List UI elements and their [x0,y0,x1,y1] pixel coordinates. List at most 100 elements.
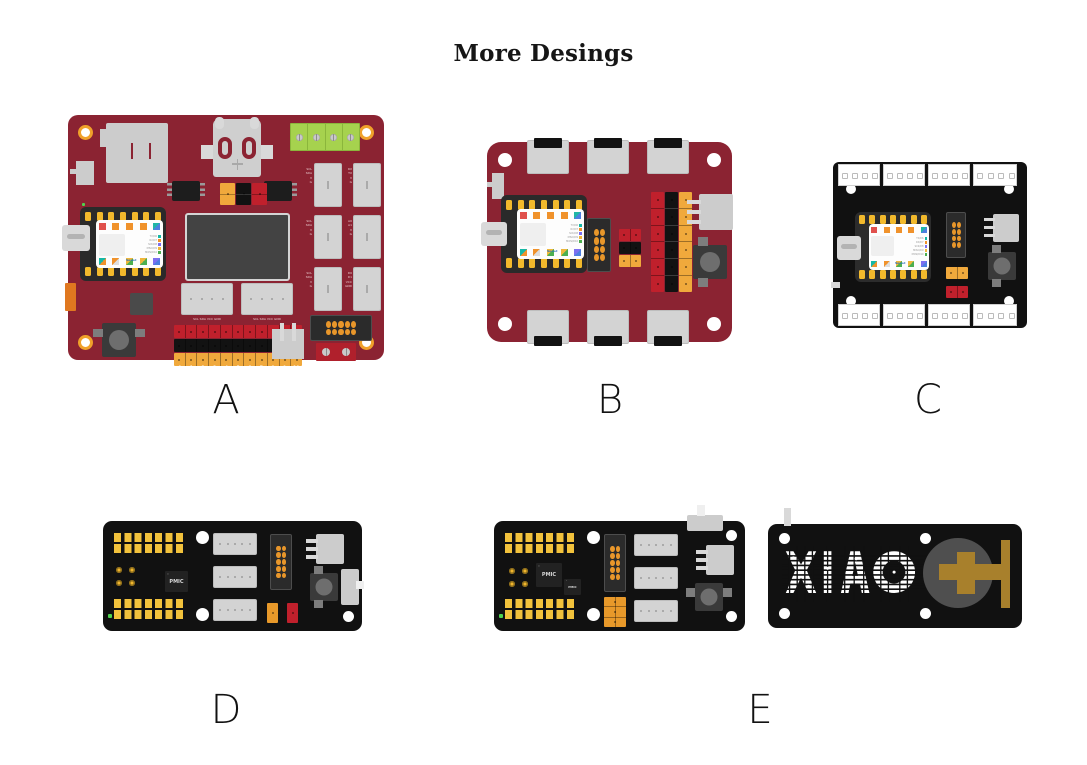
board-label-c: C [914,377,942,423]
board-d[interactable]: • PMIC [103,521,364,631]
grove-silkscreen: RX TX V G [347,167,352,185]
screw-terminal-green[interactable] [290,123,360,151]
grove-connector[interactable] [241,283,293,315]
jumper-black[interactable] [619,242,641,254]
jumper-red[interactable] [619,229,641,241]
board-b[interactable]: TX/D6 RX/D7 SCK/D8 MISO/D9 MOSI/D10 Seee… [481,138,733,346]
screw-terminal-white[interactable] [973,164,1017,186]
jumper-red[interactable] [252,183,267,205]
grove-connector[interactable] [353,267,381,311]
grove-connector[interactable] [181,283,233,315]
board-c[interactable]: TX/D6 RX/D7 SCK/D8 MISO/D9 MOSI/D10 Seee… [831,162,1027,328]
idc-header[interactable] [587,218,611,272]
solder-pads [509,568,528,587]
usb-c-port[interactable] [837,236,861,260]
antenna-graphic [923,538,1019,614]
rf-shield [871,236,894,256]
rj45-pin [306,547,318,551]
rj45-pin [984,218,995,221]
usb-c-port[interactable] [481,222,507,246]
brand-text: Seeed [895,261,906,265]
rj45-connector[interactable] [706,545,734,575]
jumper-red[interactable] [946,286,968,298]
header-col-orange[interactable] [679,192,692,292]
jumper-orange[interactable] [946,267,968,279]
jumper-red[interactable] [287,603,298,623]
xiao-core: TX/D6 RX/D7 SCK/D8 MISO/D9 MOSI/D10 Seee… [869,224,929,270]
grove-connector[interactable] [353,215,381,259]
header-col-black[interactable] [665,192,678,292]
power-jack[interactable] [272,329,304,359]
reset-button[interactable] [693,245,727,279]
pin-header-top-pads[interactable] [505,533,577,553]
grove-connector[interactable] [213,533,257,555]
idc-header[interactable] [310,315,372,341]
rj45-connector[interactable] [993,214,1019,242]
board-e[interactable]: • PMIC • PMIC [494,505,745,631]
rj45-pin [696,566,708,570]
ic-legs [292,183,297,199]
grove-connector[interactable] [634,567,678,589]
grove-connector[interactable] [634,534,678,556]
core-top-pads [98,223,161,230]
screw-terminal-white[interactable] [928,304,970,326]
screw-terminal-white[interactable] [838,304,880,326]
screw-terminal-white[interactable] [838,164,880,186]
reset-button[interactable] [988,252,1016,280]
header-orange-block[interactable] [604,597,626,627]
grove-connector[interactable] [213,566,257,588]
jumper-black[interactable] [236,183,251,205]
mount-hole [726,530,737,541]
screw-terminal-red[interactable] [316,343,356,361]
reset-button[interactable] [310,573,338,601]
button-leg [698,237,708,246]
edge-connector-top[interactable] [687,515,723,531]
core-top-pads [519,212,582,219]
pin-header-bottom-pads[interactable] [505,599,577,619]
core-top-pads [871,227,927,233]
idc-header[interactable] [270,534,292,590]
rj45-pin [696,550,708,554]
jumper-orange[interactable] [267,603,278,623]
jumper-orange[interactable] [619,255,641,267]
pin-header-bottom-pads[interactable] [114,599,186,619]
rj45-pin [687,210,701,214]
screw-terminal-white[interactable] [883,164,925,186]
mount-hole [196,531,209,544]
grove-connector[interactable] [213,599,257,621]
rj45-connector[interactable] [699,194,733,230]
board-f-logo[interactable] [768,508,1022,628]
screw-terminal-white[interactable] [883,304,925,326]
reset-button[interactable] [102,323,136,357]
sd-card-slot[interactable] [106,123,168,183]
usb-c-port[interactable] [62,225,90,251]
idc-header[interactable] [604,534,626,592]
rj45-pin [306,539,318,543]
rj45-pin [687,200,701,204]
header-pin-numbers: 0 1 2 3 4 5 6 7 8 9 10 [178,366,300,371]
header-col-red[interactable] [651,192,664,292]
mount-hole [196,608,209,621]
reset-button[interactable] [695,583,723,611]
grove-silkscreen: A0 A1 V G [348,219,352,237]
component-pad [130,293,153,315]
rj45-connector[interactable] [316,534,344,564]
board-a[interactable]: TX/D6 RX/D7 SCK/D8 MISO/D9 MOSI/D10 Seee… [62,115,384,371]
screw-terminal-white[interactable] [973,304,1017,326]
mount-hole [587,531,600,544]
power-led [499,614,503,618]
board-label-d: D [210,687,242,733]
ic-chip [172,181,200,201]
grove-cap [594,138,622,148]
grove-cap [654,336,682,346]
xiao-module[interactable]: TX/D6 RX/D7 SCK/D8 MISO/D9 MOSI/D10 Seee… [80,203,166,281]
jumper-orange[interactable] [220,183,235,205]
xiao-module[interactable]: TX/D6 RX/D7 SCK/D8 MISO/D9 MOSI/D10 Seee… [501,195,587,273]
power-jack-pin [280,323,284,341]
xiao-module[interactable]: TX/D6 RX/D7 SCK/D8 MISO/D9 MOSI/D10 Seee… [855,212,931,282]
idc-header[interactable] [946,212,966,258]
screw-terminal-white[interactable] [928,164,970,186]
grove-connector[interactable] [353,163,381,207]
grove-connector[interactable] [634,600,678,622]
button-leg [992,245,1001,253]
